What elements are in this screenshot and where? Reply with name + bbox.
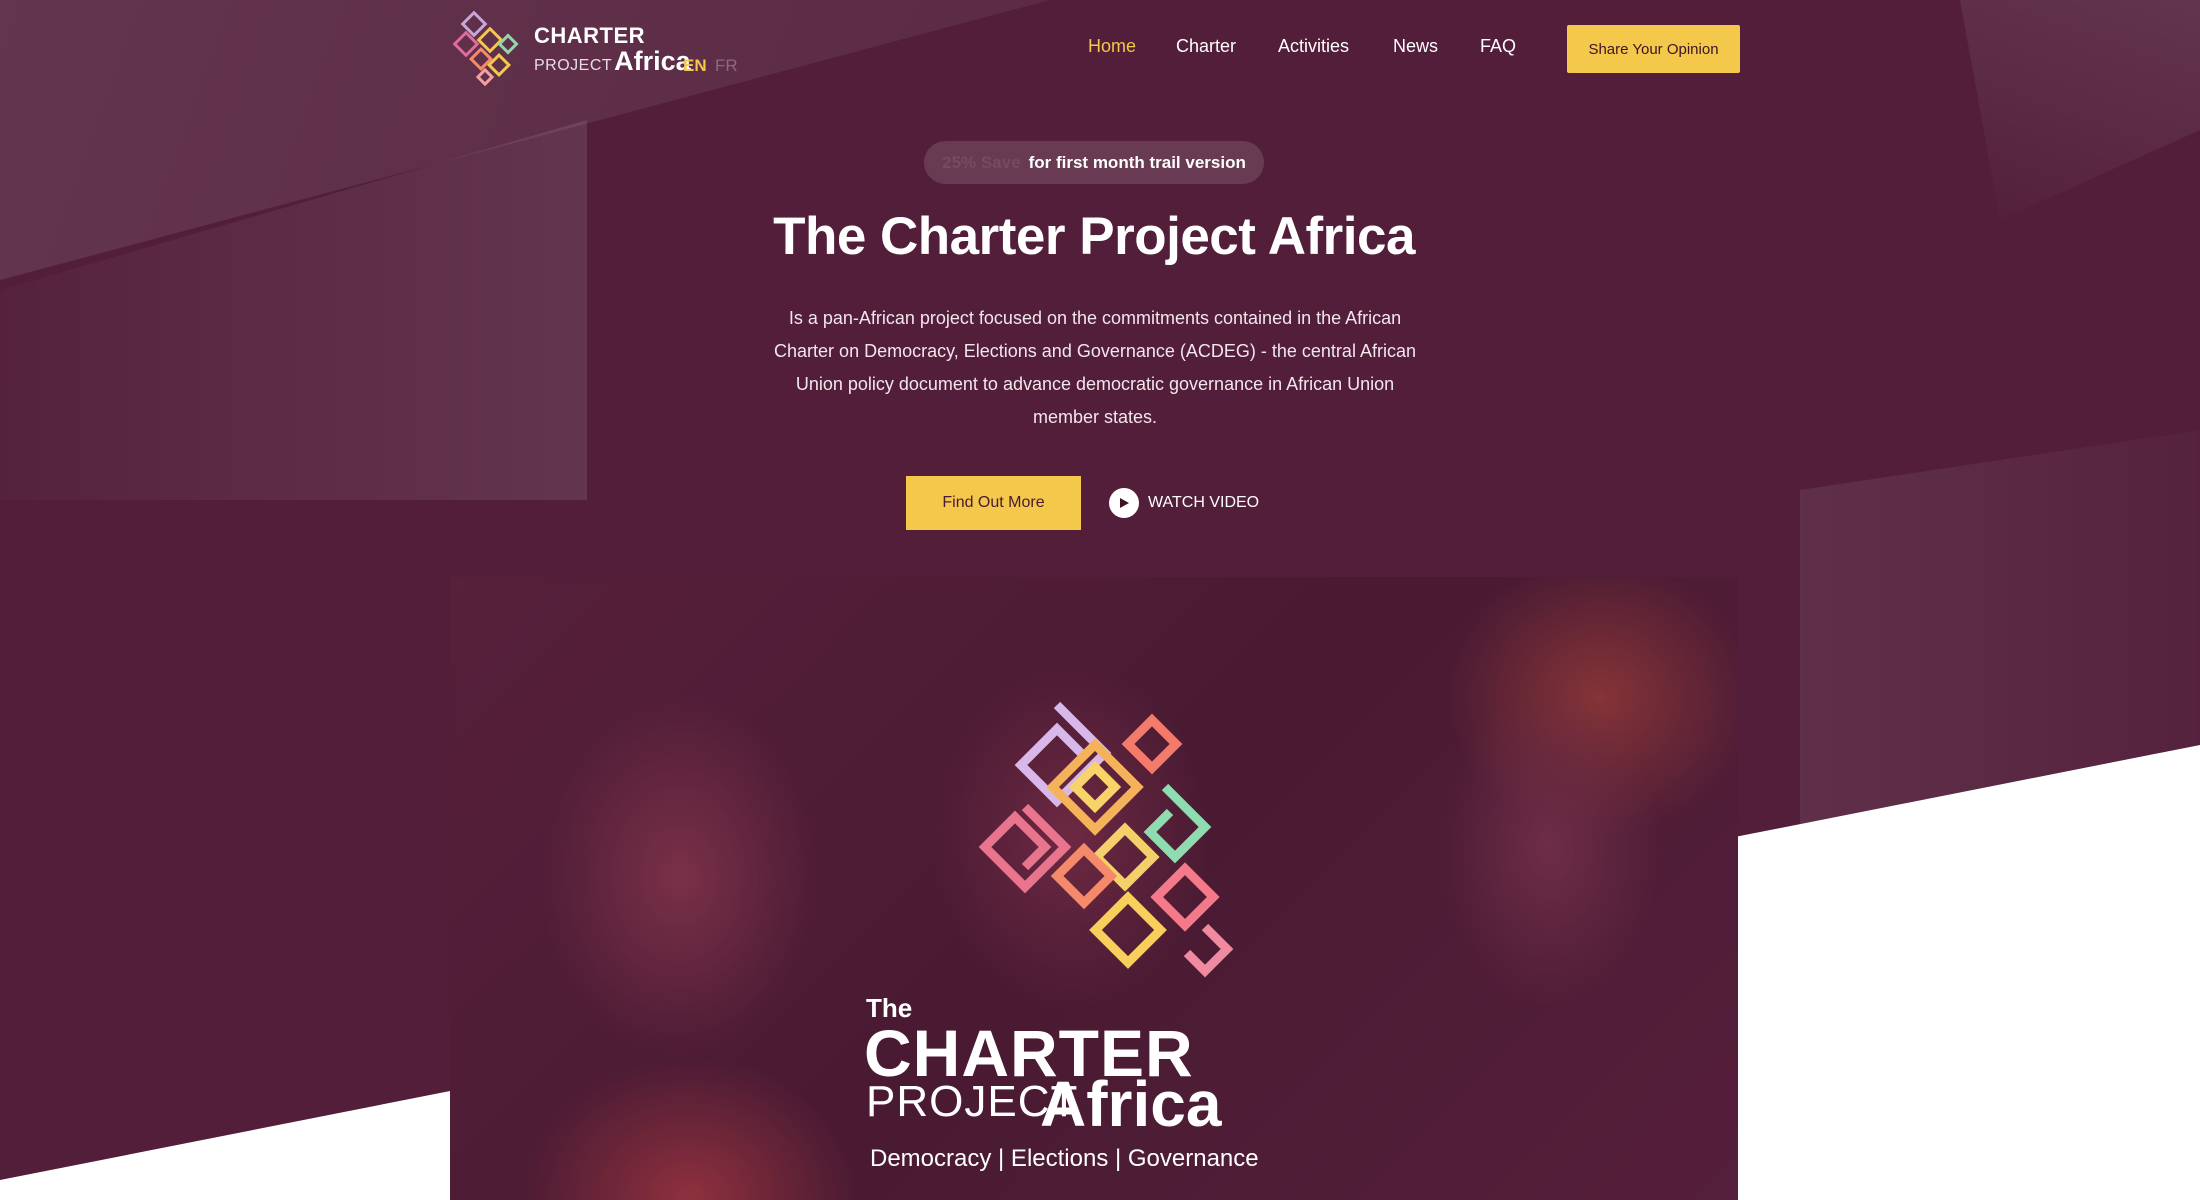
image-africa-text: Africa	[1040, 1068, 1222, 1140]
nav-news[interactable]: News	[1393, 36, 1438, 57]
promo-text: for first month trail version	[1028, 152, 1246, 172]
charter-logo-mark-icon	[978, 701, 1234, 978]
language-en[interactable]: EN	[683, 56, 707, 76]
nav-home[interactable]: Home	[1088, 36, 1136, 57]
logo-mark-icon	[452, 8, 532, 92]
hero-description: Is a pan-African project focused on the …	[774, 308, 1416, 427]
promo-save-text: 25% Save	[942, 152, 1021, 172]
watch-video-link[interactable]: WATCH VIDEO	[1109, 488, 1259, 518]
nav-activities[interactable]: Activities	[1278, 36, 1349, 57]
nav-charter[interactable]: Charter	[1176, 36, 1236, 57]
site-logo[interactable]: CHARTER PROJECT Africa	[452, 8, 691, 92]
hero-image: The CHARTER PROJECT Africa Democracy | E…	[450, 577, 1738, 1200]
nav-faq[interactable]: FAQ	[1480, 36, 1516, 57]
logo-project-text: PROJECT	[534, 57, 613, 74]
image-tagline: Democracy | Elections | Governance	[870, 1145, 1259, 1172]
find-out-more-button[interactable]: Find Out More	[906, 476, 1081, 530]
share-opinion-button[interactable]: Share Your Opinion	[1567, 25, 1740, 73]
watch-video-label: WATCH VIDEO	[1148, 494, 1260, 511]
hero-title: The Charter Project Africa	[773, 207, 1415, 266]
language-fr[interactable]: FR	[715, 56, 738, 76]
logo-africa-text: Africa	[614, 46, 691, 76]
promo-badge: 25% Save for first month trail version	[924, 141, 1264, 184]
logo-charter-text: CHARTER	[534, 23, 646, 48]
play-icon	[1109, 488, 1139, 518]
background-panel-right	[1800, 430, 2200, 830]
